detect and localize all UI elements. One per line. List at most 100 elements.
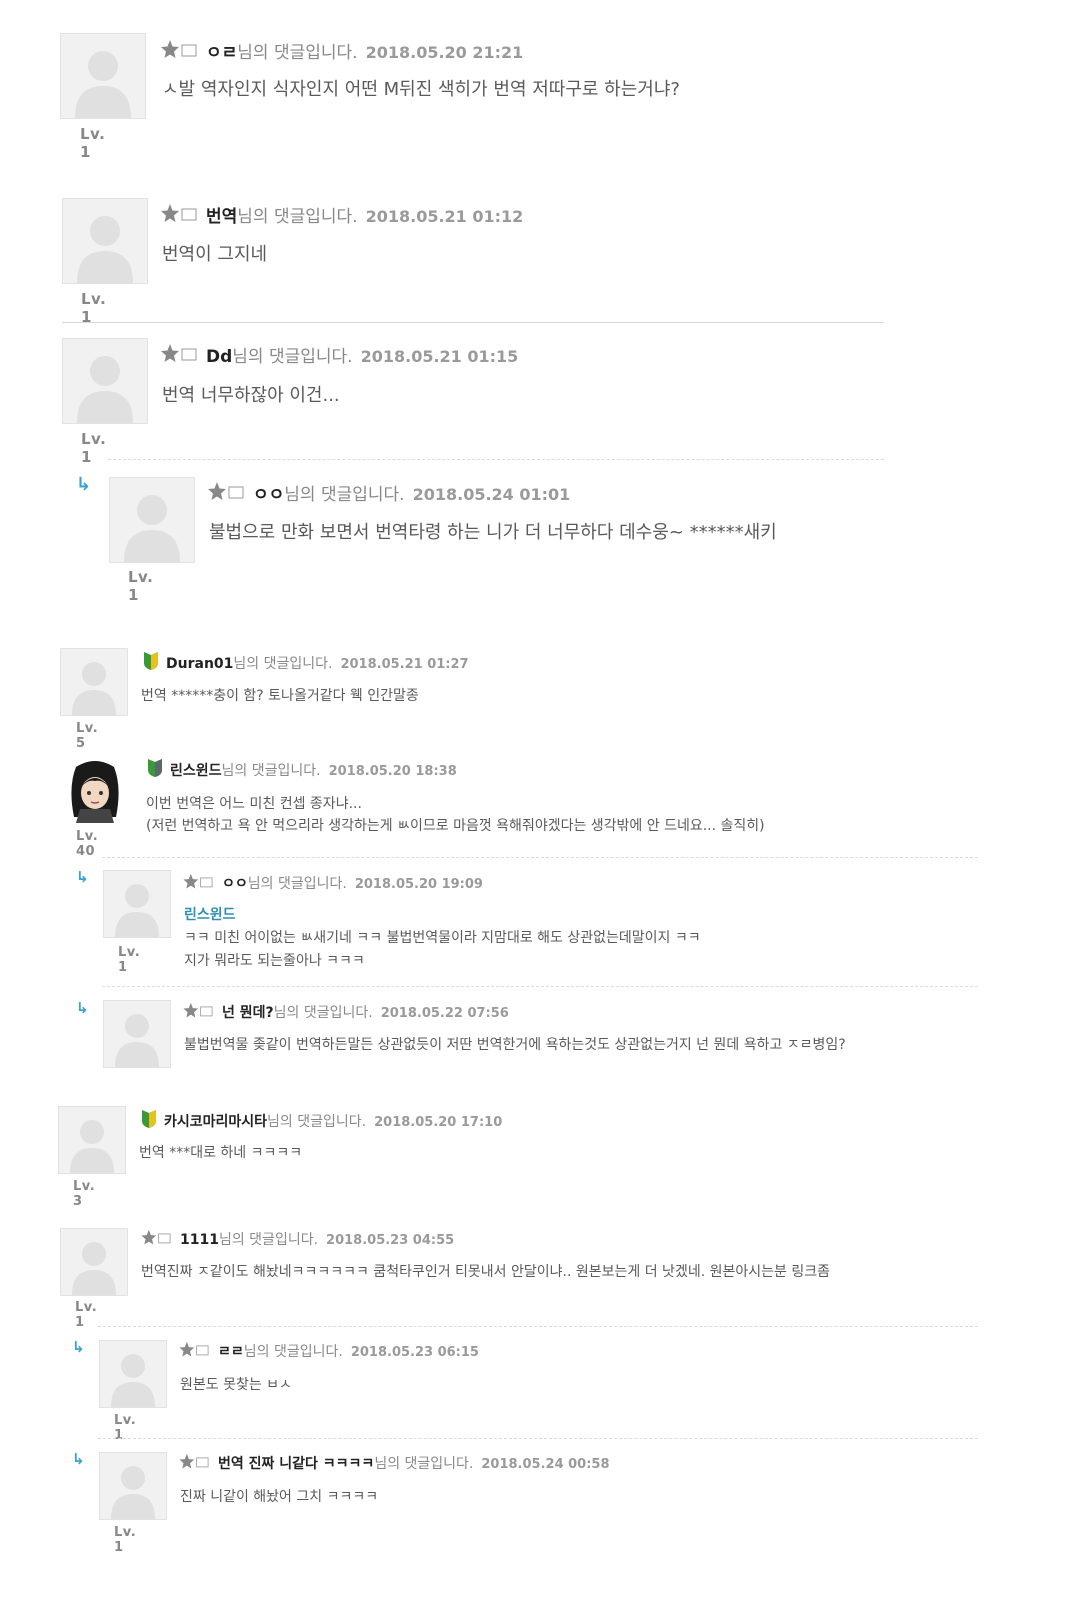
- comment-suffix: 님의 댓글입니다.: [232, 347, 353, 367]
- comment-date: 2018.05.22 07:56: [380, 1006, 509, 1021]
- user-level: Lv. 40: [76, 829, 99, 859]
- comment-meta: 1111님의 댓글입니다. 2018.05.23 04:55: [140, 1229, 454, 1251]
- avatar[interactable]: [99, 1340, 167, 1408]
- comment-text-line2: (저런 번역하고 욕 안 먹으리라 생각하는게 ㅄ이므로 마음껏 욕해줘야겠다는…: [146, 818, 765, 834]
- star-icon: [160, 343, 200, 370]
- leaf-icon: [142, 651, 160, 675]
- star-icon: [182, 873, 216, 895]
- comment-meta: 카시코마리마시타님의 댓글입니다. 2018.05.20 17:10: [140, 1109, 502, 1133]
- comment-text: 번역 너무하잖아 이건...: [162, 385, 340, 406]
- star-icon: [182, 1002, 216, 1024]
- comment-suffix: 님의 댓글입니다.: [284, 485, 405, 505]
- avatar[interactable]: [60, 648, 128, 716]
- star-icon: [140, 1229, 174, 1251]
- comment-text-line2: 지가 뭐라도 되는줄아나 ㅋㅋㅋ: [184, 953, 365, 969]
- comment-text: 이번 번역은 어느 미친 컨셉 종자냐...: [146, 796, 362, 812]
- comment-suffix: 님의 댓글입니다.: [233, 656, 333, 672]
- comment-author[interactable]: 린스윈드: [170, 763, 222, 779]
- star-icon: [178, 1341, 212, 1363]
- comment-divider: [62, 322, 884, 323]
- comment-author[interactable]: ㅇㅇ: [222, 876, 248, 892]
- comment-meta: 번역 진짜 니같다 ㅋㅋㅋㅋ님의 댓글입니다. 2018.05.24 00:58: [178, 1453, 610, 1475]
- comment-text: 원본도 못찾는 ㅂㅅ: [180, 1377, 292, 1393]
- comment-text: ㅅ발 역자인지 식자인지 어떤 M뒤진 색히가 번역 저따구로 하는거냐?: [162, 79, 680, 100]
- avatar-image[interactable]: [62, 757, 128, 823]
- comment-meta: 린스윈드님의 댓글입니다. 2018.05.20 18:38: [146, 758, 457, 782]
- avatar[interactable]: [99, 1452, 167, 1520]
- avatar[interactable]: [60, 1228, 128, 1296]
- reply-arrow-icon: ↳: [76, 474, 92, 495]
- comment-date: 2018.05.24 01:01: [412, 485, 571, 504]
- user-level: Lv. 1: [114, 1525, 137, 1555]
- comment-author[interactable]: ㄹㄹ: [218, 1344, 244, 1360]
- comment-meta: ㄹㄹ님의 댓글입니다. 2018.05.23 06:15: [178, 1341, 479, 1363]
- comment-author[interactable]: ㅇㄹ: [206, 43, 237, 63]
- comment-suffix: 님의 댓글입니다.: [243, 1344, 343, 1360]
- reply-arrow-icon: ↳: [76, 999, 89, 1017]
- comment-meta: 번역님의 댓글입니다. 2018.05.21 01:12: [160, 202, 523, 230]
- user-level: Lv. 1: [80, 125, 106, 161]
- comment-author[interactable]: 번역: [206, 207, 237, 227]
- comment-date: 2018.05.21 01:15: [360, 347, 519, 366]
- avatar[interactable]: [62, 198, 148, 284]
- star-icon: [207, 481, 247, 508]
- comment-meta: ㅇㅇ님의 댓글입니다. 2018.05.24 01:01: [207, 480, 570, 508]
- comment-suffix: 님의 댓글입니다.: [237, 207, 358, 227]
- reply-arrow-icon: ↳: [76, 868, 89, 886]
- comment-suffix: 님의 댓글입니다.: [273, 1005, 373, 1021]
- comment-text: 번역이 그지네: [162, 244, 268, 265]
- mention-link[interactable]: 린스윈드: [184, 904, 236, 924]
- avatar[interactable]: [103, 1000, 171, 1068]
- comment-author[interactable]: 번역 진짜 니같다 ㅋㅋㅋㅋ: [218, 1456, 374, 1472]
- comment-date: 2018.05.20 19:09: [354, 877, 483, 892]
- comment-text: 진짜 니같이 해놨어 그치 ㅋㅋㅋㅋ: [180, 1489, 379, 1505]
- user-level: Lv. 3: [73, 1179, 96, 1209]
- user-level: Lv. 5: [76, 721, 99, 751]
- comment-text: 번역 ******충이 함? 토나올거같다 웩 인간말종: [141, 688, 419, 704]
- comment-author[interactable]: 1111: [180, 1232, 219, 1248]
- comment-text: 불법번역물 좆같이 번역하든말든 상관없듯이 저딴 번역한거에 욕하는것도 상관…: [184, 1037, 846, 1053]
- avatar[interactable]: [58, 1106, 126, 1174]
- avatar[interactable]: [60, 33, 146, 119]
- comment-date: 2018.05.21 01:27: [340, 657, 469, 672]
- leaf-icon: [140, 1109, 158, 1133]
- comment-text: ㅋㅋ 미친 어이없는 ㅄ새기네 ㅋㅋ 불법번역물이라 지맘대로 해도 상관없는데…: [184, 930, 701, 946]
- comment-meta: ㅇㄹ님의 댓글입니다. 2018.05.20 21:21: [160, 38, 523, 66]
- comment-suffix: 님의 댓글입니다.: [247, 876, 347, 892]
- comment-divider: [108, 459, 884, 460]
- user-level: Lv. 1: [81, 290, 107, 326]
- comment-author[interactable]: Dd: [206, 347, 232, 367]
- star-icon: [178, 1453, 212, 1475]
- leaf-icon: [146, 758, 164, 782]
- user-level: Lv. 1: [81, 430, 107, 466]
- reply-arrow-icon: ↳: [72, 1450, 85, 1468]
- comment-date: 2018.05.20 18:38: [328, 764, 457, 779]
- comment-author[interactable]: 넌 뭔데?: [222, 1005, 274, 1021]
- comment-text: 불법으로 만화 보면서 번역타령 하는 니가 더 너무하다 데수웅~ *****…: [209, 522, 777, 543]
- user-level: Lv. 1: [118, 945, 141, 975]
- comment-suffix: 님의 댓글입니다.: [221, 763, 321, 779]
- comment-date: 2018.05.24 00:58: [481, 1457, 610, 1472]
- user-level: Lv. 1: [128, 568, 154, 604]
- comment-meta: Duran01님의 댓글입니다. 2018.05.21 01:27: [142, 651, 469, 675]
- comment-meta: 넌 뭔데?님의 댓글입니다. 2018.05.22 07:56: [182, 1002, 509, 1024]
- star-icon: [160, 203, 200, 230]
- comment-suffix: 님의 댓글입니다.: [237, 43, 358, 63]
- comment-divider: [98, 1438, 978, 1439]
- comment-suffix: 님의 댓글입니다.: [267, 1114, 367, 1130]
- comment-meta: Dd님의 댓글입니다. 2018.05.21 01:15: [160, 342, 518, 370]
- comment-date: 2018.05.21 01:12: [365, 207, 524, 226]
- avatar[interactable]: [109, 477, 195, 563]
- comment-divider: [98, 1326, 978, 1327]
- comment-author[interactable]: 카시코마리마시타: [164, 1114, 267, 1130]
- comment-author[interactable]: ㅇㅇ: [253, 485, 284, 505]
- avatar[interactable]: [62, 338, 148, 424]
- comment-date: 2018.05.20 21:21: [365, 43, 524, 62]
- avatar[interactable]: [103, 870, 171, 938]
- comment-text: 번역 ***대로 하네 ㅋㅋㅋㅋ: [139, 1145, 303, 1161]
- comment-text: 번역진짜 ㅈ같이도 해놨네ㅋㅋㅋㅋㅋㅋ 쿰척타쿠인거 티못내서 안달이냐.. 원…: [141, 1264, 830, 1280]
- comment-suffix: 님의 댓글입니다.: [374, 1456, 474, 1472]
- comment-author[interactable]: Duran01: [166, 656, 233, 672]
- comment-divider: [102, 986, 978, 987]
- comment-date: 2018.05.23 06:15: [350, 1345, 479, 1360]
